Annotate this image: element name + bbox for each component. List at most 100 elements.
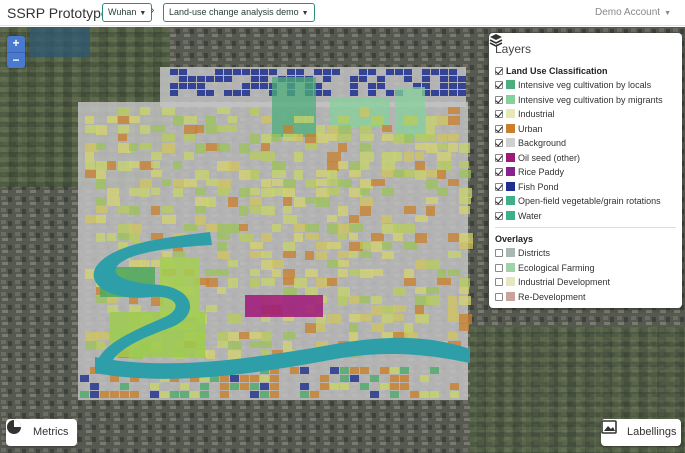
land-use-patch [422,76,430,82]
overlay-checkbox[interactable] [495,249,503,257]
overlay-checkbox[interactable] [495,278,503,286]
land-use-patch [118,134,127,141]
land-use-item[interactable]: Background [495,136,676,151]
land-use-item[interactable]: Urban [495,122,676,137]
demo-dropdown[interactable]: Land-use change analysis demo ▼ [163,3,315,22]
land-use-patch [107,188,119,197]
land-use-checkbox[interactable] [495,124,503,133]
land-use-patch [240,383,249,390]
land-use-patch [404,116,418,125]
overlay-item[interactable]: Industrial Development [495,275,676,290]
overlay-checkbox[interactable] [495,263,503,272]
land-use-patch [338,260,349,267]
land-use-patch [382,188,394,196]
land-use-patch [449,83,457,89]
land-use-checkbox[interactable] [495,153,503,162]
city-dropdown[interactable]: Wuhan ▼ [102,3,153,22]
land-use-patch [395,69,403,75]
land-use-patch [327,170,337,179]
land-use-patch [290,367,299,374]
land-use-patch [404,152,414,162]
land-use-patch [96,296,107,303]
land-use-patch [300,383,309,390]
land-use-checkbox[interactable] [495,110,503,118]
zoom-out-button[interactable]: − [7,52,25,68]
land-use-patch [129,143,138,151]
land-use-item[interactable]: Open-field vegetable/grain rotations [495,194,676,209]
land-use-patch [140,260,150,268]
labellings-button[interactable]: Labellings [601,419,681,446]
overlay-item[interactable]: Re-Development [495,290,676,305]
land-use-item[interactable]: Fish Pond [495,180,676,195]
land-use-patch [459,206,470,214]
land-use-patch [393,305,406,312]
land-use-item[interactable]: Industrial [495,107,676,122]
land-use-color-swatch [506,152,515,162]
land-use-patch [217,179,231,189]
land-use-checkbox[interactable] [495,182,503,191]
land-use-patch [327,134,337,141]
land-use-patch [440,69,448,75]
land-use-checkbox[interactable] [495,211,503,220]
labellings-label: Labellings [627,426,677,438]
overlay-item[interactable]: Ecological Farming [495,261,676,276]
land-use-patch [437,188,448,196]
land-use-patch [184,179,197,187]
land-use-patch [458,76,466,82]
land-use-patch [440,90,448,96]
land-use-patch [323,76,331,82]
land-use-patch [150,391,159,398]
land-use-patch [360,188,370,195]
land-use-checkbox[interactable] [495,95,503,104]
land-use-patch [349,332,358,342]
land-use-patch [448,296,457,305]
land-use-patch [371,242,382,252]
land-use-patch [151,260,160,267]
land-use-checkbox[interactable] [495,139,503,147]
land-use-patch [200,383,209,390]
land-use-checkbox[interactable] [495,81,503,89]
land-use-checkbox[interactable] [495,168,503,176]
land-use-item[interactable]: Rice Paddy [495,165,676,180]
overlay-checkbox[interactable] [495,292,503,301]
land-use-patch [242,69,250,75]
land-use-patch [283,197,292,206]
land-use-item[interactable]: Water [495,209,676,224]
land-use-item[interactable]: Oil seed (other) [495,151,676,166]
land-use-patch [415,314,429,323]
land-use-patch [283,206,292,214]
land-use-patch [173,251,185,258]
land-use-patch [350,83,358,89]
land-use-group-header[interactable]: Land Use Classification [495,64,676,78]
land-use-group-checkbox[interactable] [495,67,503,75]
land-use-patch [316,134,328,143]
land-use-patch [350,367,359,374]
land-use-color-swatch [506,167,515,176]
land-use-color-swatch [506,123,515,133]
land-use-patch [382,125,392,132]
account-menu[interactable]: Demo Account ▼ [595,7,671,18]
land-use-patch [350,76,358,82]
land-use-patch [184,224,197,231]
zoom-in-button[interactable]: + [7,36,25,52]
land-use-patch [459,314,472,324]
land-use-patch [382,314,393,323]
land-use-item[interactable]: Intensive veg cultivation by locals [495,78,676,93]
map-view[interactable]: + − Layers Land Use Classification Inten… [0,27,685,453]
metrics-button[interactable]: Metrics [6,419,77,446]
pie-chart-icon [7,420,21,434]
land-use-checkbox[interactable] [495,197,503,205]
land-use-patch [426,206,435,216]
land-use-label: Water [518,210,542,221]
land-use-patch [85,170,96,178]
land-use-patch [129,116,140,123]
land-use-patch [349,314,361,322]
app-brand[interactable]: SSRP Prototype [7,5,109,21]
land-use-patch [200,391,209,398]
land-use-patch [430,391,439,398]
land-use-patch [283,179,296,189]
land-use-item[interactable]: Intensive veg cultivation by migrants [495,93,676,108]
land-use-patch [151,188,160,195]
land-use-patch [228,125,237,132]
overlay-item[interactable]: Districts [495,246,676,261]
